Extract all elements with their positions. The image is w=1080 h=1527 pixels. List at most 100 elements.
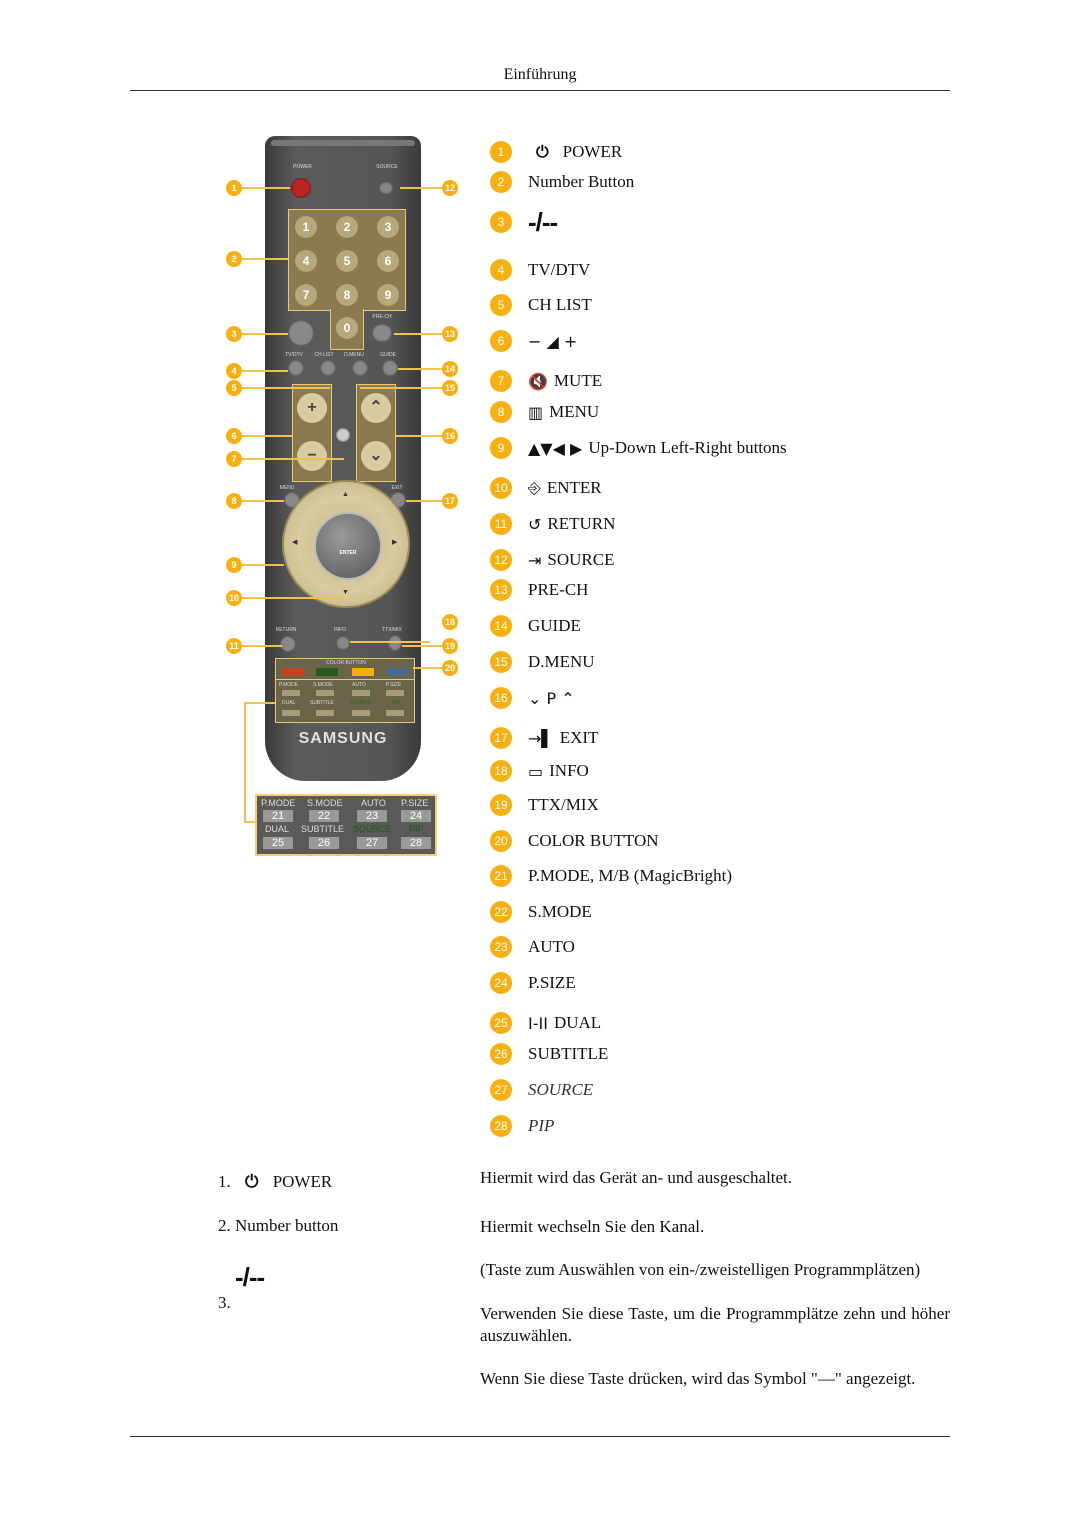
exit-label: EXIT (391, 485, 403, 491)
legend-number-badge: 2 (490, 171, 512, 193)
legend-number-badge: 5 (490, 294, 512, 316)
callout-line (396, 435, 442, 437)
legend-label: CH LIST (528, 295, 592, 314)
return-label: RETURN (275, 627, 297, 633)
page-header-title: Einführung (503, 66, 577, 83)
callout-badge: 18 (442, 614, 458, 630)
legend-number-badge: 18 (490, 760, 512, 782)
legend-number-badge: 7 (490, 370, 512, 392)
legend-label: POWER (562, 142, 623, 161)
source-label: SOURCE (376, 164, 398, 170)
callout-line (242, 597, 346, 599)
mode-key-label: AUTO (361, 798, 386, 808)
legend-number-badge: 1 (490, 141, 512, 163)
color-button-yellow (352, 668, 374, 676)
callout-line (244, 702, 246, 822)
legend-number-badge: 15 (490, 651, 512, 673)
color-button-red (282, 668, 304, 676)
legend-label: EXIT (559, 728, 599, 747)
legend-item: 24 P.SIZE (490, 971, 576, 995)
legend-label: P.SIZE (528, 973, 576, 992)
color-button-label: COLOR BUTTON (326, 660, 366, 666)
volume-up-icon: + (297, 393, 327, 423)
mode-key-number: 25 (263, 837, 293, 849)
legend-number-badge: 27 (490, 1079, 512, 1101)
mode-key (282, 710, 300, 716)
callout-badge: 17 (442, 493, 458, 509)
dual-icon: I-II (528, 1013, 548, 1033)
number-key: 0 (336, 317, 358, 339)
mode-key-label: S.MODE (307, 798, 343, 808)
legend-label: TTX/MIX (528, 795, 599, 814)
chlist-label: CH LIST (314, 352, 334, 358)
desc-term-dash: 3. -/-- (218, 1262, 265, 1312)
color-button-strip: COLOR BUTTON (275, 658, 415, 680)
mode-key-label: P.MODE (261, 798, 296, 808)
callout-line (244, 702, 276, 704)
callout-line (242, 387, 330, 389)
desc-term-label: Number button (235, 1216, 339, 1235)
callout-badge: 9 (226, 557, 242, 573)
legend-number-badge: 9 (490, 437, 512, 459)
callout-line (242, 187, 290, 189)
desc-term-number: 3. (218, 1293, 231, 1312)
tvdtv-label: TV/DTV (285, 352, 303, 358)
mode-key-label: DUAL (265, 824, 290, 834)
callout-badge: 4 (226, 363, 242, 379)
legend-label: ENTER (546, 478, 602, 497)
remote-control-illustration: POWER SOURCE 1 2 3 4 5 6 7 8 9 0 PRE-CH … (220, 130, 470, 860)
legend-item: 1 ⏻ POWER (490, 140, 622, 164)
callout-line (242, 645, 282, 647)
mode-key-label: PIP (409, 824, 424, 834)
mode-key-label: DUAL (282, 700, 296, 706)
callout-badge: 14 (442, 361, 458, 377)
info-button (336, 636, 350, 650)
mode-key (352, 710, 370, 716)
legend-item: 8 ▥ MENU (490, 400, 599, 424)
number-key: 4 (295, 250, 317, 272)
callout-badge: 20 (442, 660, 458, 676)
callout-line (398, 368, 442, 370)
mode-key-number: 23 (357, 810, 387, 822)
desc-term-number: 1. (218, 1172, 231, 1191)
mode-buttons-enlarged: P.MODE S.MODE AUTO P.SIZE 21 22 23 24 DU… (255, 794, 437, 856)
callout-badge: 13 (442, 326, 458, 342)
legend-label: AUTO (528, 937, 575, 956)
legend-item: 20 COLOR BUTTON (490, 829, 659, 853)
exit-icon: →▌ (528, 728, 554, 748)
arrow-down-icon: ▼ (342, 588, 349, 596)
mode-key-number: 24 (401, 810, 431, 822)
legend-number-badge: 20 (490, 830, 512, 852)
channel-rocker: ⌃ ⌄ (356, 384, 396, 482)
power-label: POWER (293, 164, 312, 170)
chlist-button (320, 360, 336, 376)
callout-line (242, 333, 288, 335)
callout-badge: 19 (442, 638, 458, 654)
legend-label: Up-Down Left-Right buttons (588, 438, 787, 457)
mode-key-number: 21 (263, 810, 293, 822)
legend-item: 5 CH LIST (490, 293, 592, 317)
callout-line (242, 458, 344, 460)
enter-button: ENTER (314, 512, 382, 580)
callout-line (350, 641, 430, 643)
mode-key-label: AUTO (352, 682, 366, 688)
legend-item: 2 Number Button (490, 170, 634, 194)
number-key: 3 (377, 216, 399, 238)
legend-number-badge: 13 (490, 579, 512, 601)
desc-text-dash-1: (Taste zum Auswählen von ein-/zweistelli… (480, 1260, 921, 1279)
volume-down-icon: − (297, 441, 327, 471)
samsung-logo: SAMSUNG (298, 730, 388, 747)
desc-text-dash-3: Wenn Sie diese Taste drücken, wird das S… (480, 1369, 916, 1388)
enter-icon: ⎆ (528, 478, 541, 497)
legend-label: DUAL (553, 1013, 602, 1032)
legend-label: SOURCE (547, 550, 615, 569)
number-key: 6 (377, 250, 399, 272)
legend-number-badge: 8 (490, 401, 512, 423)
legend-number-badge: 11 (490, 513, 512, 535)
legend-number-badge: 10 (490, 477, 512, 499)
legend-number-badge: 24 (490, 972, 512, 994)
arrow-left-icon: ◀ (292, 538, 298, 546)
number-pad: 1 2 3 4 5 6 7 8 9 (288, 209, 406, 311)
legend-number-badge: 22 (490, 901, 512, 923)
dmenu-label: D.MENU (344, 352, 364, 358)
